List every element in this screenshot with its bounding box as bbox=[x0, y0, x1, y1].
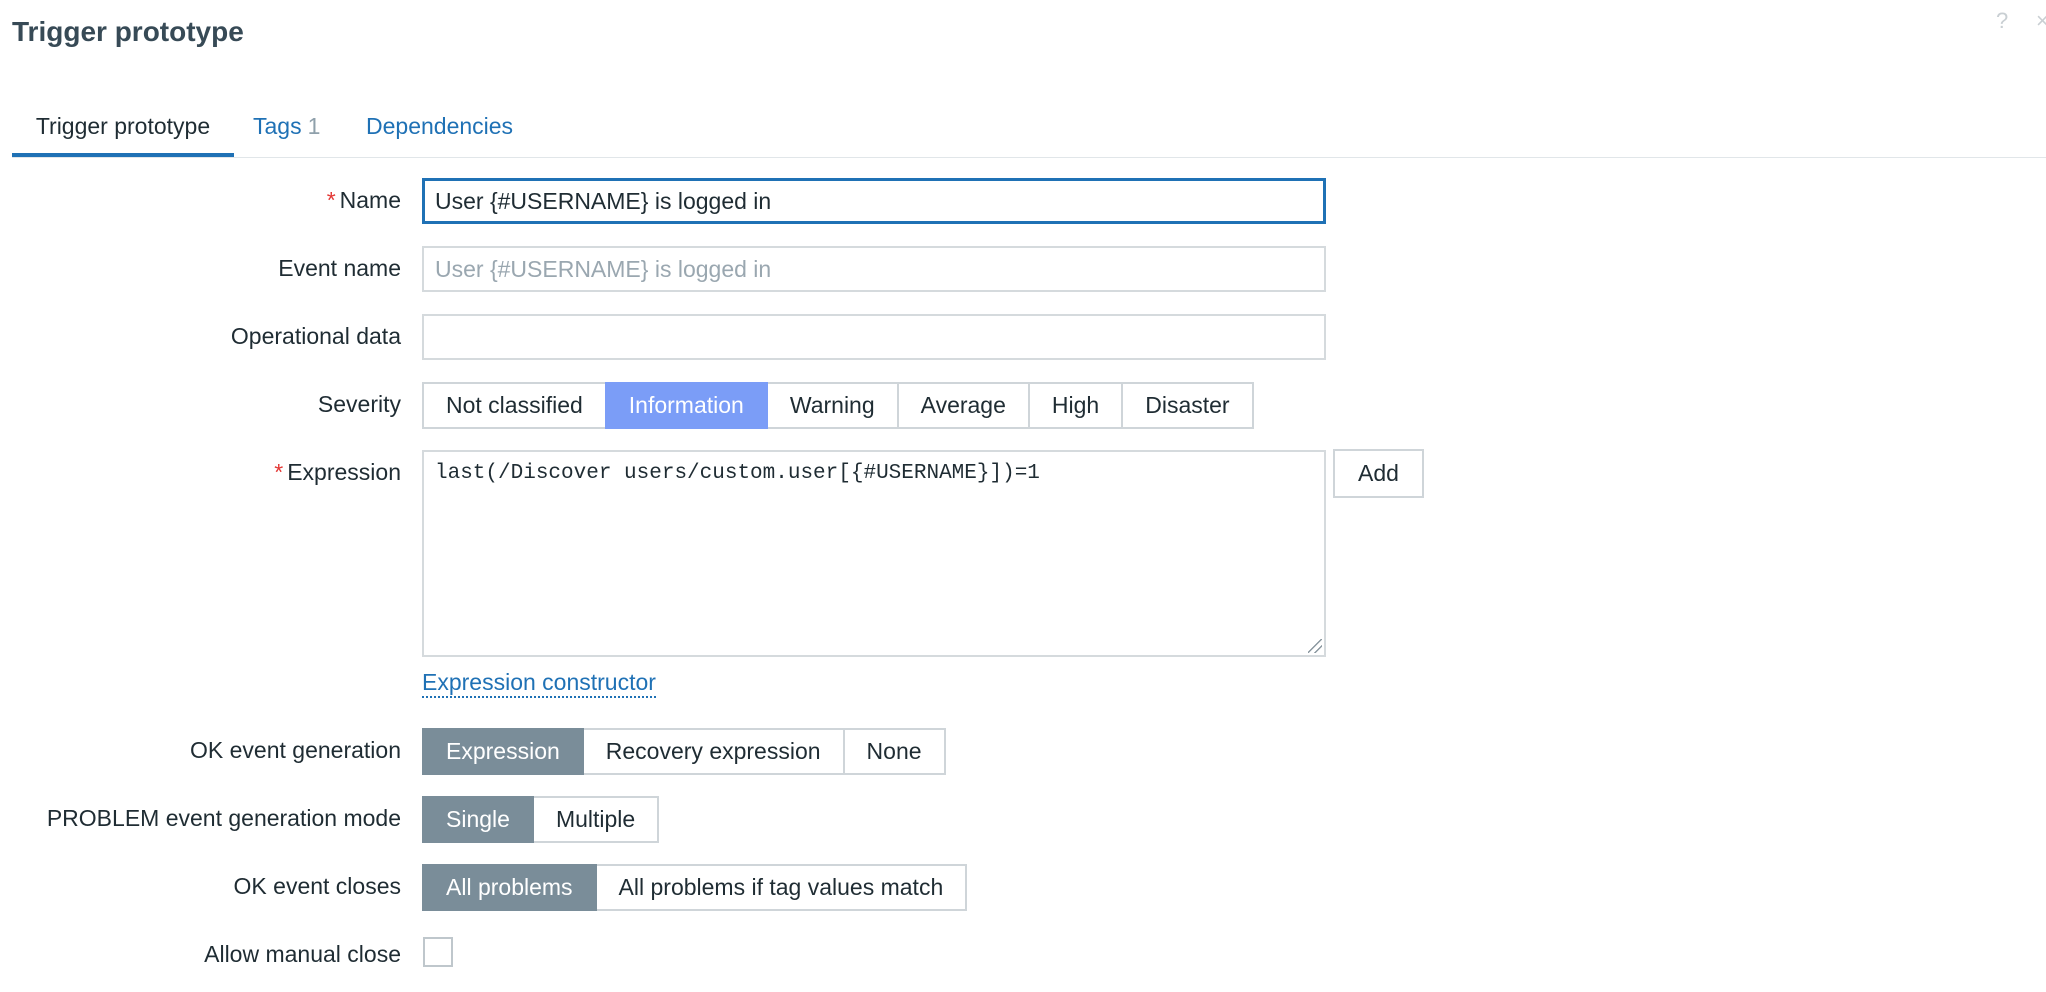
expression-label-text: Expression bbox=[287, 459, 401, 485]
severity-high-button[interactable]: High bbox=[1027, 382, 1124, 429]
severity-warning-button[interactable]: Warning bbox=[765, 382, 899, 429]
add-button[interactable]: Add bbox=[1333, 449, 1424, 498]
tab-dependencies[interactable]: Dependencies bbox=[366, 112, 513, 157]
ok-event-generation-selector: Expression Recovery expression None bbox=[422, 728, 946, 775]
severity-information-button[interactable]: Information bbox=[604, 382, 768, 429]
problem-event-mode-label: PROBLEM event generation mode bbox=[46, 805, 401, 831]
ok-event-generation-label: OK event generation bbox=[190, 737, 401, 763]
allow-manual-close-checkbox[interactable] bbox=[423, 937, 453, 967]
ok-generation-none-button[interactable]: None bbox=[842, 728, 946, 775]
expression-constructor-link[interactable]: Expression constructor bbox=[422, 668, 656, 698]
tab-label: Dependencies bbox=[366, 113, 514, 139]
name-label-text: Name bbox=[339, 187, 401, 213]
severity-average-button[interactable]: Average bbox=[896, 382, 1030, 429]
name-label: * Name bbox=[327, 187, 401, 214]
event-name-label: Event name bbox=[278, 255, 401, 281]
resize-handle-icon[interactable] bbox=[1308, 639, 1322, 653]
ok-closes-all-problems-button[interactable]: All problems bbox=[422, 864, 597, 911]
tab-bar: Trigger prototype Tags 1 Dependencies bbox=[12, 100, 2046, 158]
ok-event-closes-label: OK event closes bbox=[233, 873, 401, 899]
ok-generation-expression-button[interactable]: Expression bbox=[422, 728, 584, 775]
name-input[interactable] bbox=[422, 178, 1326, 224]
severity-selector: Not classified Information Warning Avera… bbox=[422, 382, 1254, 429]
problem-mode-multiple-button[interactable]: Multiple bbox=[531, 796, 660, 843]
severity-not-classified-button[interactable]: Not classified bbox=[422, 382, 607, 429]
close-icon[interactable]: × bbox=[2036, 6, 2046, 36]
ok-closes-tag-values-match-button[interactable]: All problems if tag values match bbox=[594, 864, 968, 911]
allow-manual-close-label: Allow manual close bbox=[204, 941, 401, 967]
expression-textarea[interactable]: last(/Discover users/custom.user[{#USERN… bbox=[422, 450, 1326, 657]
ok-event-closes-selector: All problems All problems if tag values … bbox=[422, 864, 968, 911]
operational-data-label: Operational data bbox=[230, 323, 401, 349]
severity-label: Severity bbox=[317, 391, 401, 417]
problem-event-mode-selector: Single Multiple bbox=[422, 796, 660, 843]
expression-label: * Expression bbox=[274, 459, 401, 486]
problem-mode-single-button[interactable]: Single bbox=[422, 796, 534, 843]
header-icons: ? × bbox=[1996, 4, 2046, 34]
help-icon[interactable]: ? bbox=[1996, 6, 2008, 36]
tab-label: Tags bbox=[253, 113, 302, 139]
operational-data-input[interactable] bbox=[422, 314, 1326, 360]
tab-trigger-prototype[interactable]: Trigger prototype bbox=[12, 112, 234, 157]
severity-disaster-button[interactable]: Disaster bbox=[1121, 382, 1254, 429]
required-star: * bbox=[274, 459, 284, 485]
tab-label: Trigger prototype bbox=[35, 113, 211, 139]
required-star: * bbox=[326, 187, 336, 213]
event-name-input[interactable] bbox=[422, 246, 1326, 292]
tags-count-badge: 1 bbox=[307, 113, 321, 139]
page-title: Trigger prototype bbox=[12, 16, 244, 47]
ok-generation-recovery-expression-button[interactable]: Recovery expression bbox=[581, 728, 845, 775]
tab-tags[interactable]: Tags 1 bbox=[253, 112, 320, 157]
